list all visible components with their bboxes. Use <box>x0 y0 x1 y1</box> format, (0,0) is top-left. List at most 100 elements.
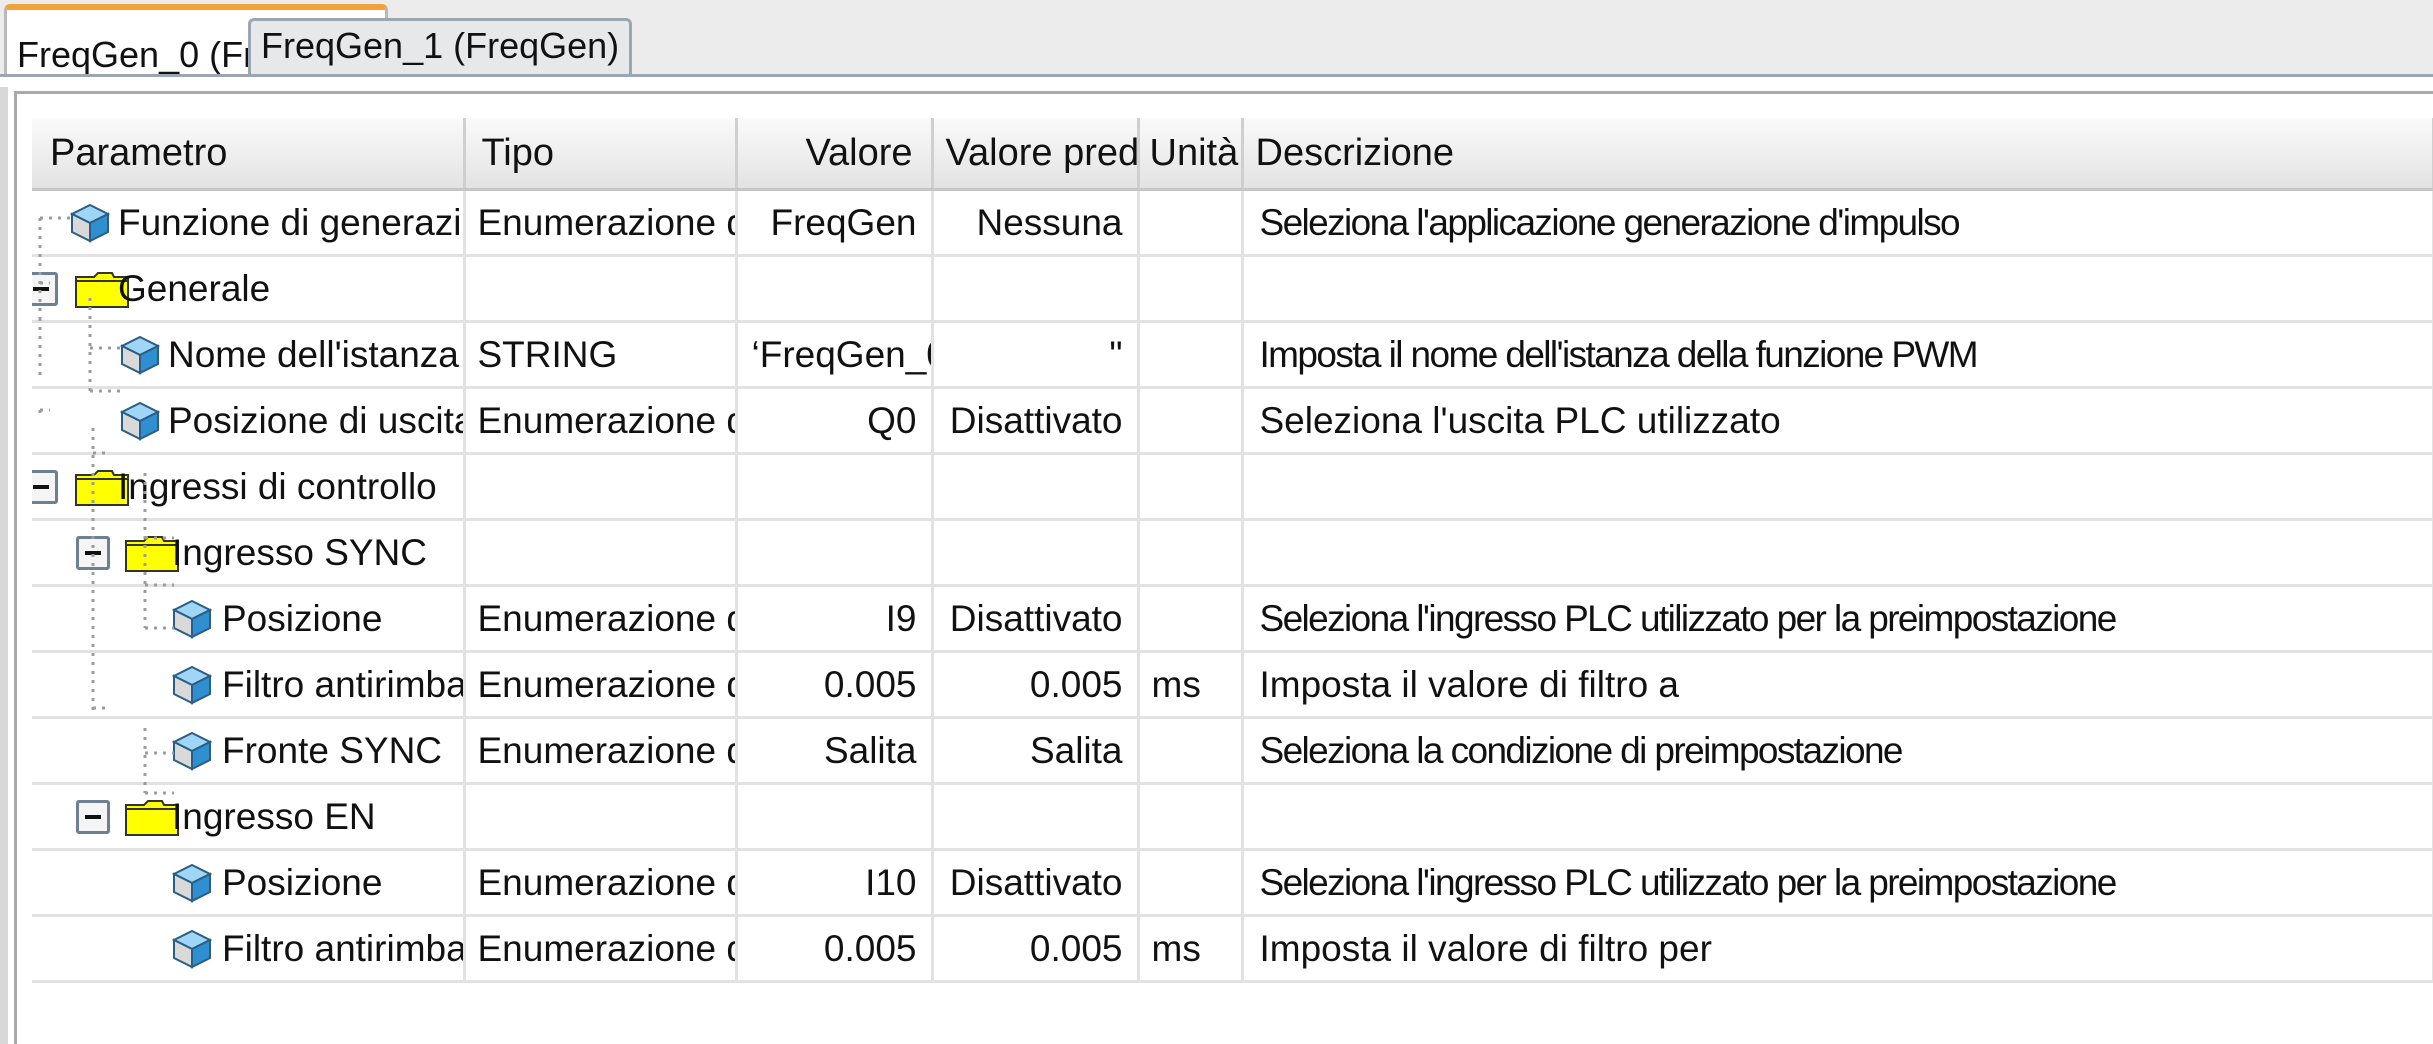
cell-valore-predefinito[interactable]: 0.005 <box>932 651 1140 719</box>
cell-valore[interactable] <box>736 255 934 323</box>
cell-descrizione[interactable]: Seleziona l'uscita PLC utilizzato <box>1242 387 2433 455</box>
collapse-icon[interactable] <box>32 469 58 504</box>
table-row[interactable]: Fronte SYNCEnumerazione do DWORDSalitaSa… <box>32 717 2433 785</box>
cell-descrizione[interactable] <box>1242 255 2433 323</box>
cell-valore[interactable]: ‘FreqGen_0’ <box>736 321 934 389</box>
cell-valore-predefinito[interactable] <box>932 519 1140 587</box>
collapse-icon[interactable] <box>76 799 110 834</box>
cell-parametro[interactable]: Ingresso SYNC <box>32 519 466 587</box>
folder-label: Ingresso EN <box>172 795 376 837</box>
table-row[interactable]: Filtro antirimbalzoEnumerazione di BYTE0… <box>32 651 2433 719</box>
cell-tipo[interactable]: Enumerazione di BYTE <box>464 651 738 719</box>
table-row[interactable]: Ingressi di controllo <box>32 453 2433 521</box>
cell-tipo[interactable]: Enumerazione di SINT <box>464 585 738 653</box>
cell-valore-predefinito[interactable]: Nessuna <box>932 189 1140 257</box>
cell-valore-predefinito[interactable]: Disattivato <box>932 387 1140 455</box>
collapse-icon[interactable] <box>76 535 110 570</box>
cell-unita[interactable]: ms <box>1138 651 1244 719</box>
cell-unita[interactable] <box>1138 783 1244 851</box>
cell-valore[interactable] <box>736 783 934 851</box>
cell-unita[interactable] <box>1138 387 1244 455</box>
cell-unita[interactable] <box>1138 453 1244 521</box>
cell-parametro[interactable]: Generale <box>32 255 466 323</box>
cell-tipo[interactable]: Enumerazione di SINT <box>464 387 738 455</box>
table-row[interactable]: Posizione di uscita AEnumerazione di SIN… <box>32 387 2433 455</box>
cell-descrizione[interactable]: Seleziona l'ingresso PLC utilizzato per … <box>1242 849 2433 917</box>
cell-descrizione[interactable]: Seleziona l'applicazione generazione d'i… <box>1242 189 2433 257</box>
table-row[interactable]: Funzione di generazione impulsoEnumerazi… <box>32 189 2433 257</box>
cell-valore[interactable]: I10 <box>736 849 934 917</box>
cell-valore[interactable]: 0.005 <box>736 651 934 719</box>
column-header-valore-predefinito[interactable]: Valore predefinito <box>932 118 1140 191</box>
cell-parametro[interactable]: Filtro antirimbalzo <box>32 915 466 983</box>
cell-parametro[interactable]: Posizione <box>32 849 466 917</box>
cell-descrizione[interactable] <box>1242 783 2433 851</box>
cell-descrizione[interactable] <box>1242 519 2433 587</box>
cell-unita[interactable] <box>1138 585 1244 653</box>
cell-tipo[interactable] <box>464 453 738 521</box>
cell-tipo[interactable]: Enumerazione di WORD <box>464 189 738 257</box>
table-row[interactable]: Posizione Enumerazione di SINTI9Disattiva… <box>32 585 2433 653</box>
table-row[interactable]: Posizione Enumerazione di SINTI10Disattiv… <box>32 849 2433 917</box>
column-header-parametro[interactable]: Parametro <box>32 118 466 191</box>
cell-valore[interactable] <box>736 519 934 587</box>
parameter-icon <box>119 335 161 375</box>
column-header-valore[interactable]: Valore <box>736 118 934 191</box>
column-header-tipo[interactable]: Tipo <box>464 118 738 191</box>
cell-valore-predefinito[interactable] <box>932 783 1140 851</box>
cell-unita[interactable] <box>1138 717 1244 785</box>
cell-descrizione[interactable]: Imposta il nome dell'istanza della funzi… <box>1242 321 2433 389</box>
cell-descrizione[interactable]: Imposta il valore di filtro per <box>1242 915 2433 983</box>
cell-valore[interactable]: FreqGen <box>736 189 934 257</box>
cell-unita[interactable] <box>1138 849 1244 917</box>
table-row[interactable]: Nome dell'istanzaSTRING‘FreqGen_0’" Impos… <box>32 321 2433 389</box>
table-row[interactable]: Generale <box>32 255 2433 323</box>
table-row[interactable]: Filtro antirimbalzoEnumerazione di BYTE0… <box>32 915 2433 983</box>
table-row[interactable]: Ingresso EN <box>32 783 2433 851</box>
table-row[interactable]: Ingresso SYNC <box>32 519 2433 587</box>
cell-parametro[interactable]: Fronte SYNC <box>32 717 466 785</box>
cell-valore-predefinito[interactable]: Salita <box>932 717 1140 785</box>
cell-unita[interactable] <box>1138 519 1244 587</box>
cell-valore[interactable]: 0.005 <box>736 915 934 983</box>
cell-parametro[interactable]: Posizione di uscita A <box>32 387 466 455</box>
cell-unita[interactable] <box>1138 321 1244 389</box>
column-header-descrizione[interactable]: Descrizione <box>1242 118 2433 191</box>
cell-descrizione[interactable]: Seleziona l'ingresso PLC utilizzato per … <box>1242 585 2433 653</box>
cell-parametro[interactable]: Filtro antirimbalzo <box>32 651 466 719</box>
cell-valore[interactable]: Salita <box>736 717 934 785</box>
cell-valore-predefinito[interactable] <box>932 453 1140 521</box>
parameter-name: Posizione <box>222 861 383 903</box>
cell-valore[interactable]: I9 <box>736 585 934 653</box>
cell-descrizione[interactable]: Seleziona la condizione di preimpostazio… <box>1242 717 2433 785</box>
cell-tipo[interactable]: STRING <box>464 321 738 389</box>
collapse-icon[interactable] <box>32 271 58 306</box>
cell-tipo[interactable]: Enumerazione di BYTE <box>464 915 738 983</box>
cell-valore[interactable] <box>736 453 934 521</box>
cell-unita[interactable] <box>1138 189 1244 257</box>
cell-valore-predefinito[interactable]: 0.005 <box>932 915 1140 983</box>
parameter-name: Posizione <box>222 597 383 639</box>
cell-tipo[interactable]: Enumerazione di SINT <box>464 849 738 917</box>
cell-valore-predefinito[interactable]: Disattivato <box>932 585 1140 653</box>
cell-valore-predefinito[interactable]: Disattivato <box>932 849 1140 917</box>
cell-descrizione[interactable] <box>1242 453 2433 521</box>
tab-freqgen-1[interactable]: FreqGen_1 (FreqGen) <box>248 18 633 74</box>
cell-parametro[interactable]: Nome dell'istanza <box>32 321 466 389</box>
cell-valore-predefinito[interactable] <box>932 255 1140 323</box>
cell-descrizione[interactable]: Imposta il valore di filtro a <box>1242 651 2433 719</box>
table-header-row: Parametro Tipo Valore Valore predefinito… <box>32 118 2433 191</box>
column-header-unita[interactable]: Unità <box>1138 118 1244 191</box>
cell-tipo[interactable] <box>464 255 738 323</box>
cell-valore[interactable]: Q0 <box>736 387 934 455</box>
cell-unita[interactable]: ms <box>1138 915 1244 983</box>
cell-unita[interactable] <box>1138 255 1244 323</box>
cell-parametro[interactable]: Funzione di generazione impulso <box>32 189 466 257</box>
cell-tipo[interactable] <box>464 783 738 851</box>
cell-parametro[interactable]: Ingressi di controllo <box>32 453 466 521</box>
cell-parametro[interactable]: Posizione <box>32 585 466 653</box>
cell-tipo[interactable] <box>464 519 738 587</box>
cell-valore-predefinito[interactable]: " <box>932 321 1140 389</box>
cell-tipo[interactable]: Enumerazione do DWORD <box>464 717 738 785</box>
cell-parametro[interactable]: Ingresso EN <box>32 783 466 851</box>
